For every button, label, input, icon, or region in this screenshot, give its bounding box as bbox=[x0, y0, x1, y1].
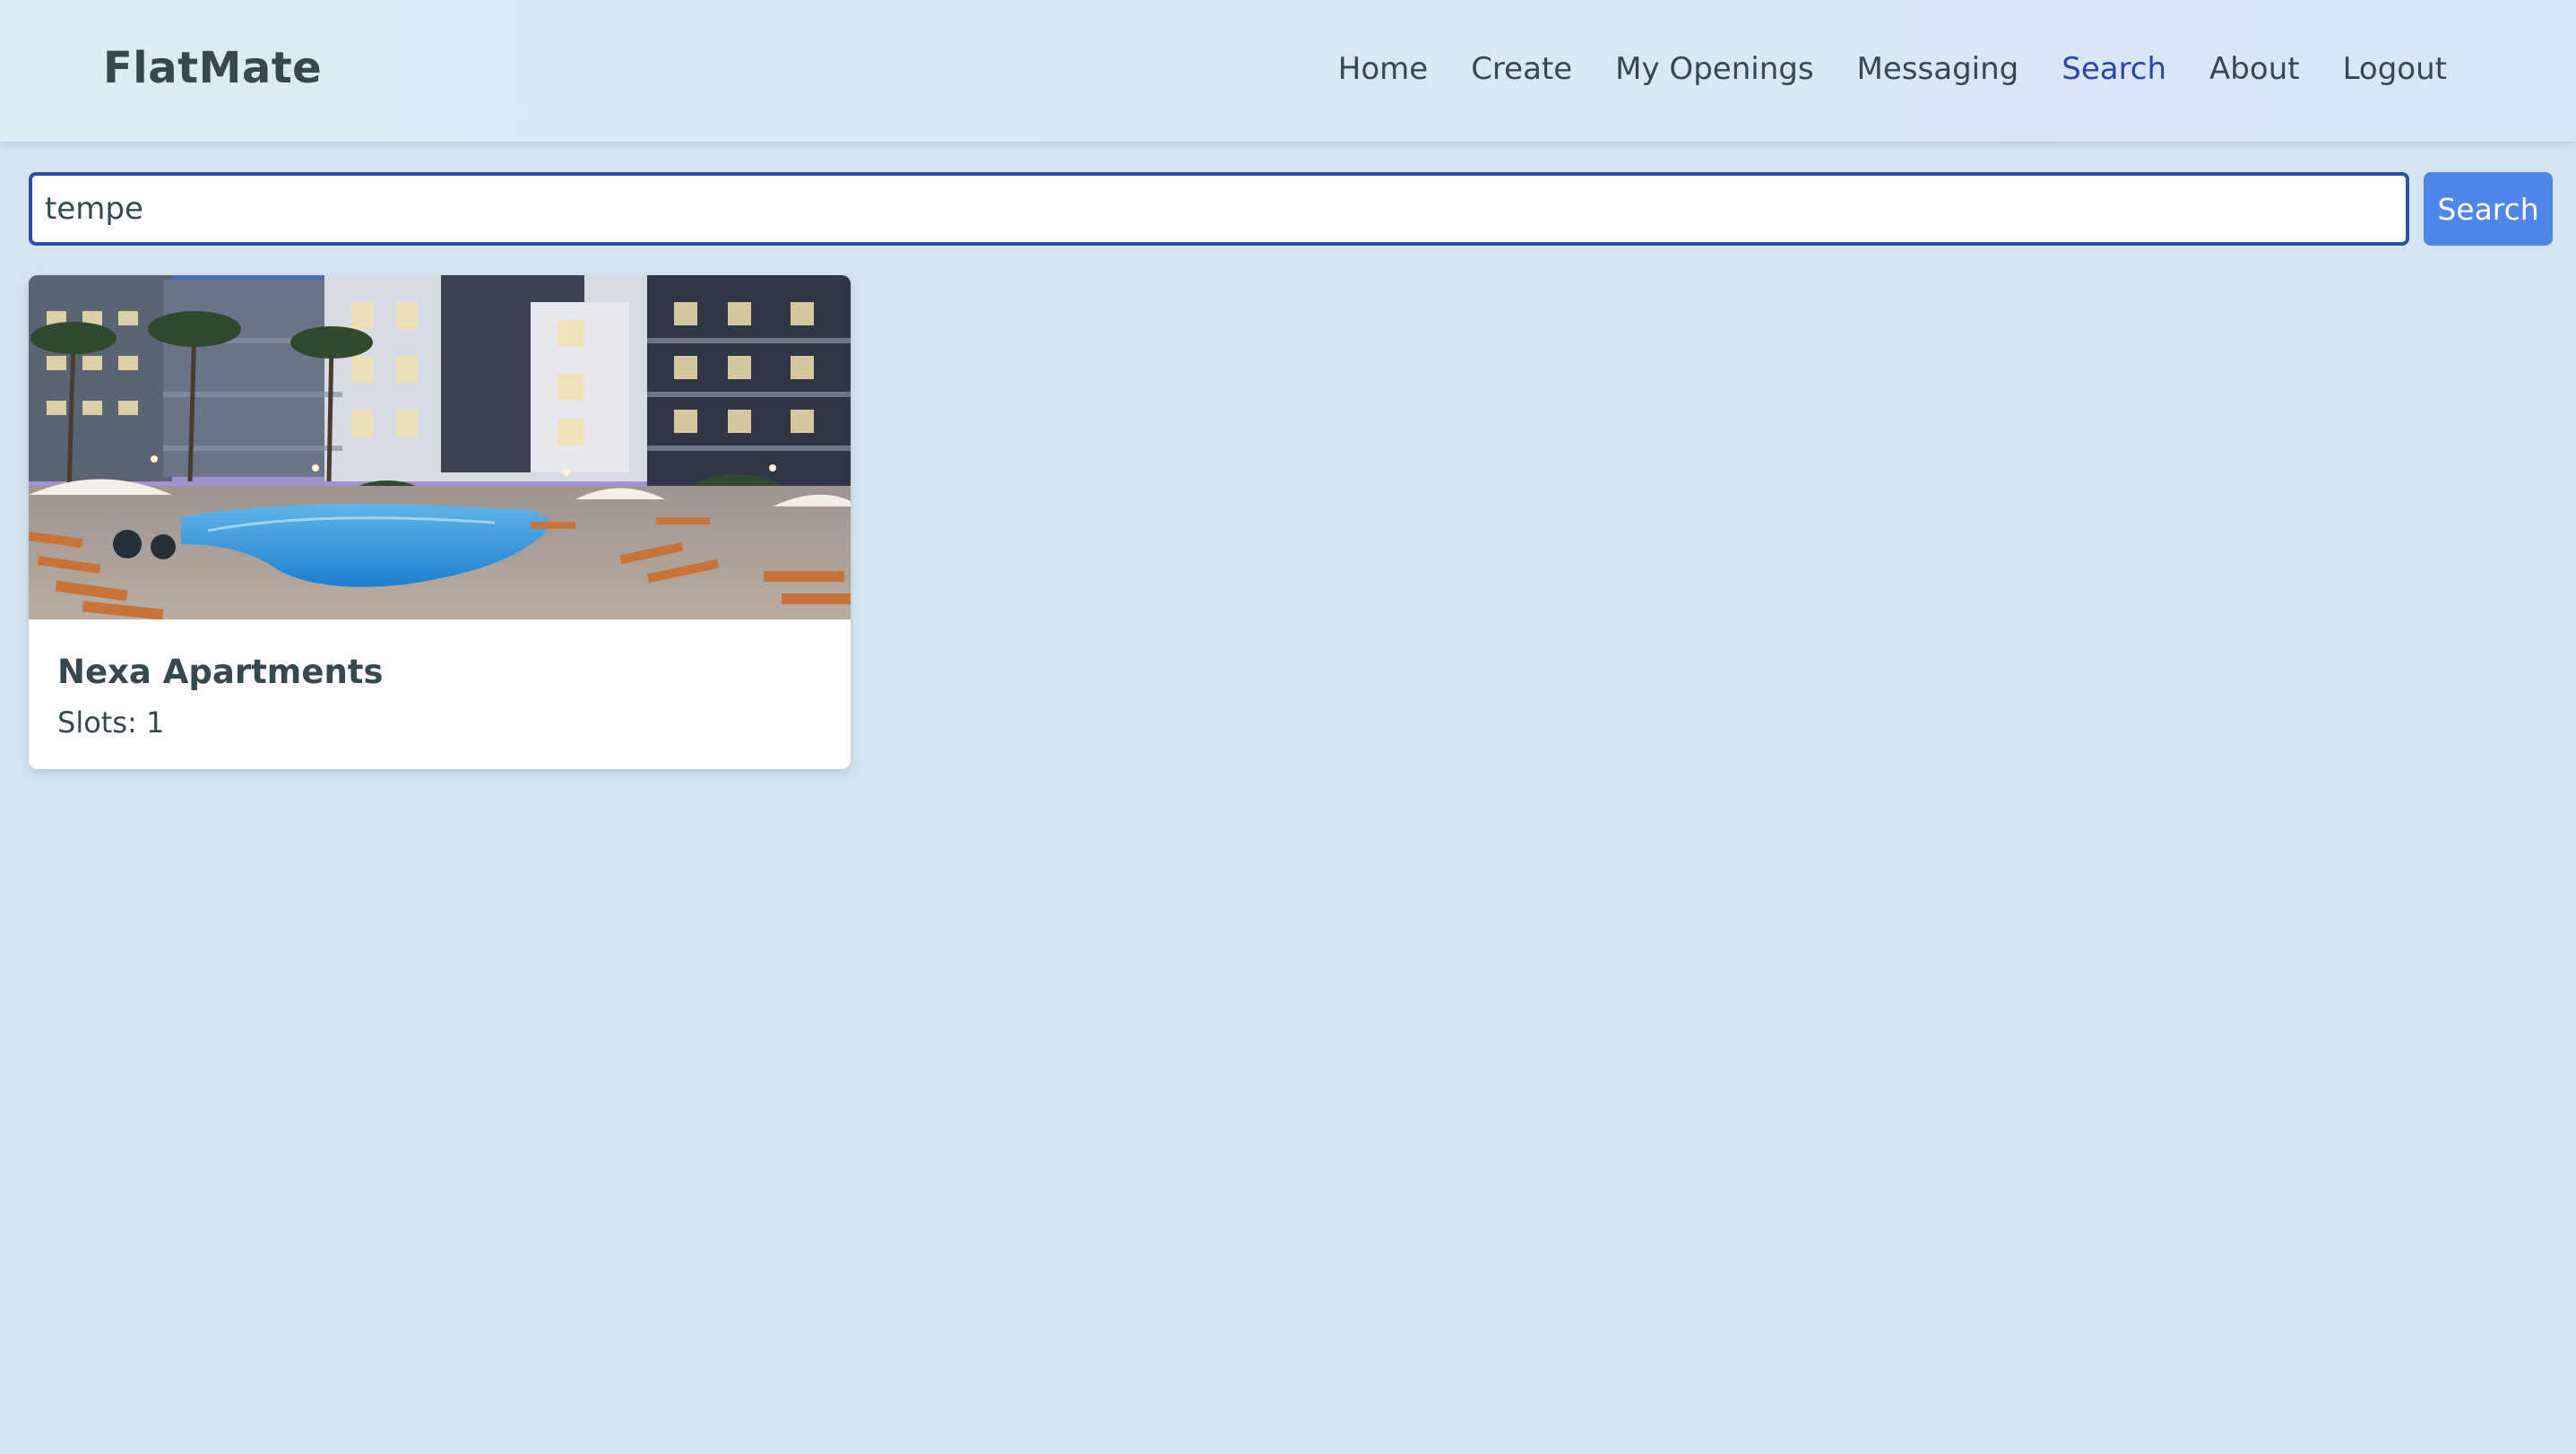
nav-link-messaging[interactable]: Messaging bbox=[1857, 44, 2019, 94]
result-card[interactable]: Nexa Apartments Slots: 1 bbox=[29, 275, 851, 769]
nav-links: Home Create My Openings Messaging Search… bbox=[1338, 44, 2447, 94]
nav-link-home[interactable]: Home bbox=[1338, 44, 1428, 94]
nav-link-about[interactable]: About bbox=[2209, 44, 2300, 94]
listing-title: Nexa Apartments bbox=[57, 653, 384, 691]
apartment-pool-photo bbox=[29, 275, 851, 619]
nav-link-create[interactable]: Create bbox=[1471, 44, 1572, 94]
search-input[interactable] bbox=[29, 172, 2409, 246]
nav-link-search[interactable]: Search bbox=[2062, 44, 2166, 94]
nav-link-my-openings[interactable]: My Openings bbox=[1615, 44, 1813, 94]
search-button[interactable]: Search bbox=[2424, 172, 2553, 246]
navbar: FlatMate Home Create My Openings Messagi… bbox=[0, 0, 2576, 142]
listing-slots: Slots: 1 bbox=[57, 705, 165, 740]
brand-logo[interactable]: FlatMate bbox=[103, 41, 322, 95]
nav-link-logout[interactable]: Logout bbox=[2343, 44, 2447, 94]
search-bar: Search bbox=[29, 172, 2553, 246]
